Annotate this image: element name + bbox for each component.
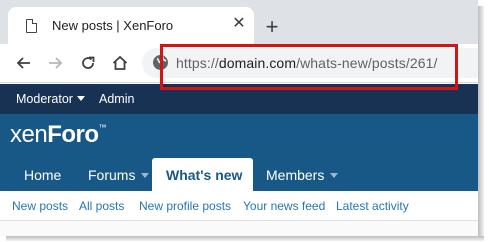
sub-nav: New posts All posts New profile posts Yo…: [0, 191, 478, 221]
sub-nav-all-posts[interactable]: All posts: [79, 199, 124, 213]
forward-arrow-icon[interactable]: [45, 52, 67, 74]
logo-trademark: ™: [98, 123, 107, 132]
chevron-down-icon: [76, 96, 85, 101]
logo-part2: Foro: [47, 121, 99, 148]
browser-window: New posts | XenForo ✕ + https://domain.c…: [0, 0, 478, 236]
tab-home[interactable]: Home: [24, 158, 61, 191]
url-highlight-box: [160, 44, 458, 90]
moderator-menu[interactable]: Moderator: [16, 92, 85, 106]
sub-nav-latest-activity[interactable]: Latest activity: [336, 199, 409, 213]
window-shadow-bottom: [6, 236, 484, 241]
window-shadow-right: [478, 6, 484, 238]
sub-nav-your-news-feed[interactable]: Your news feed: [243, 199, 325, 213]
chevron-down-icon[interactable]: [141, 173, 150, 178]
xenforo-logo[interactable]: xenForo™: [10, 121, 107, 149]
chevron-down-icon[interactable]: [330, 173, 339, 178]
reload-icon[interactable]: [77, 52, 99, 74]
tab-forums-label: Forums: [88, 167, 136, 183]
page-body: [0, 221, 478, 236]
tab-members-label: Members: [266, 167, 325, 183]
tab-whats-new[interactable]: What's new: [152, 158, 253, 192]
sub-nav-new-profile-posts[interactable]: New profile posts: [139, 199, 231, 213]
logo-part1: xen: [10, 121, 48, 148]
tab-forums[interactable]: Forums: [88, 158, 150, 191]
page-favicon-icon: [26, 19, 37, 33]
forum-header: xenForo™: [0, 114, 478, 158]
main-nav: Home Forums What's new Members: [0, 158, 478, 192]
tab-strip: New posts | XenForo ✕ +: [0, 0, 478, 44]
tab-members[interactable]: Members: [266, 158, 339, 191]
home-icon[interactable]: [109, 52, 131, 74]
admin-link[interactable]: Admin: [99, 92, 134, 106]
back-arrow-icon[interactable]: [12, 52, 34, 74]
tab-title: New posts | XenForo: [52, 18, 174, 33]
sub-nav-new-posts[interactable]: New posts: [12, 199, 68, 213]
browser-tab[interactable]: New posts | XenForo ✕: [8, 7, 254, 44]
plus-icon[interactable]: +: [262, 16, 282, 38]
close-icon[interactable]: ✕: [230, 15, 248, 33]
moderator-label: Moderator: [16, 92, 73, 106]
